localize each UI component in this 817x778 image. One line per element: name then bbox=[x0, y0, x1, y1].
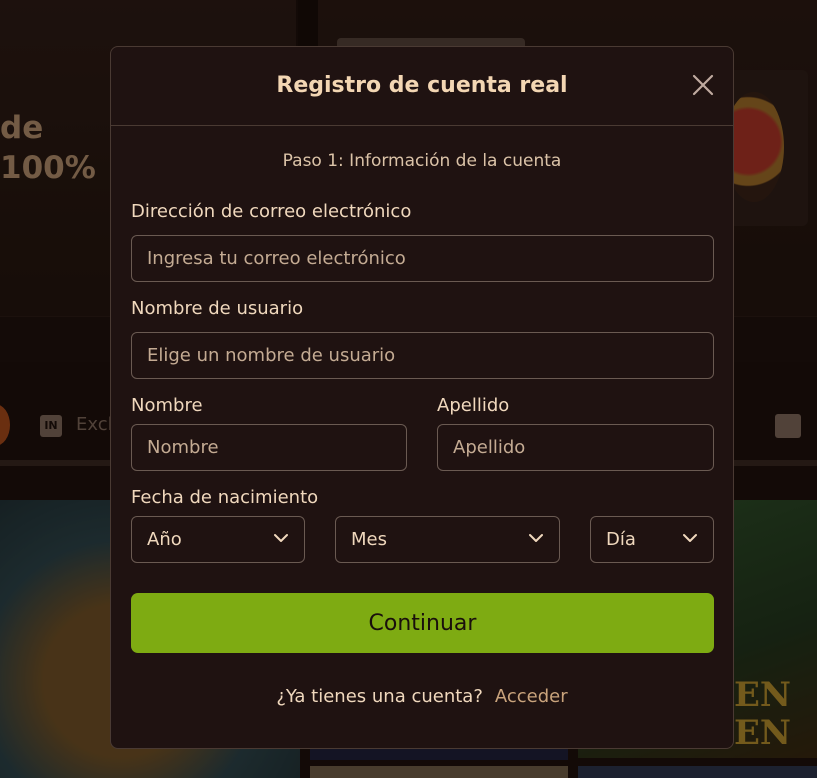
close-button[interactable] bbox=[691, 73, 715, 97]
birth-day-value: Día bbox=[606, 529, 636, 550]
last-name-label: Apellido bbox=[437, 395, 510, 416]
chevron-down-icon bbox=[683, 534, 697, 542]
birth-year-value: Año bbox=[147, 529, 182, 550]
birth-month-select[interactable]: Mes bbox=[335, 516, 560, 563]
login-question: ¿Ya tienes una cuenta? bbox=[276, 686, 483, 707]
birthdate-label: Fecha de nacimiento bbox=[131, 487, 319, 508]
close-icon bbox=[692, 74, 714, 96]
first-name-field-wrapper bbox=[131, 424, 407, 471]
first-name-field[interactable] bbox=[132, 425, 406, 470]
username-label: Nombre de usuario bbox=[131, 298, 304, 319]
modal-title: Registro de cuenta real bbox=[276, 73, 568, 98]
username-field[interactable] bbox=[132, 333, 713, 378]
username-field-wrapper bbox=[131, 332, 714, 379]
continue-button[interactable]: Continuar bbox=[131, 593, 714, 653]
login-link[interactable]: Acceder bbox=[495, 686, 568, 707]
login-prompt: ¿Ya tienes una cuenta? Acceder bbox=[111, 686, 733, 707]
email-label: Dirección de correo electrónico bbox=[131, 201, 412, 222]
last-name-field[interactable] bbox=[438, 425, 713, 470]
first-name-label: Nombre bbox=[131, 395, 203, 416]
step-indicator: Paso 1: Información de la cuenta bbox=[282, 151, 562, 171]
last-name-field-wrapper bbox=[437, 424, 714, 471]
modal-header: Registro de cuenta real bbox=[111, 47, 733, 126]
birth-day-select[interactable]: Día bbox=[590, 516, 714, 563]
chevron-down-icon bbox=[529, 534, 543, 542]
birth-month-value: Mes bbox=[351, 529, 387, 550]
email-field-wrapper bbox=[131, 235, 714, 282]
registration-modal: Registro de cuenta real Paso 1: Informac… bbox=[110, 46, 734, 749]
birth-year-select[interactable]: Año bbox=[131, 516, 305, 563]
email-field[interactable] bbox=[132, 236, 713, 281]
chevron-down-icon bbox=[274, 534, 288, 542]
